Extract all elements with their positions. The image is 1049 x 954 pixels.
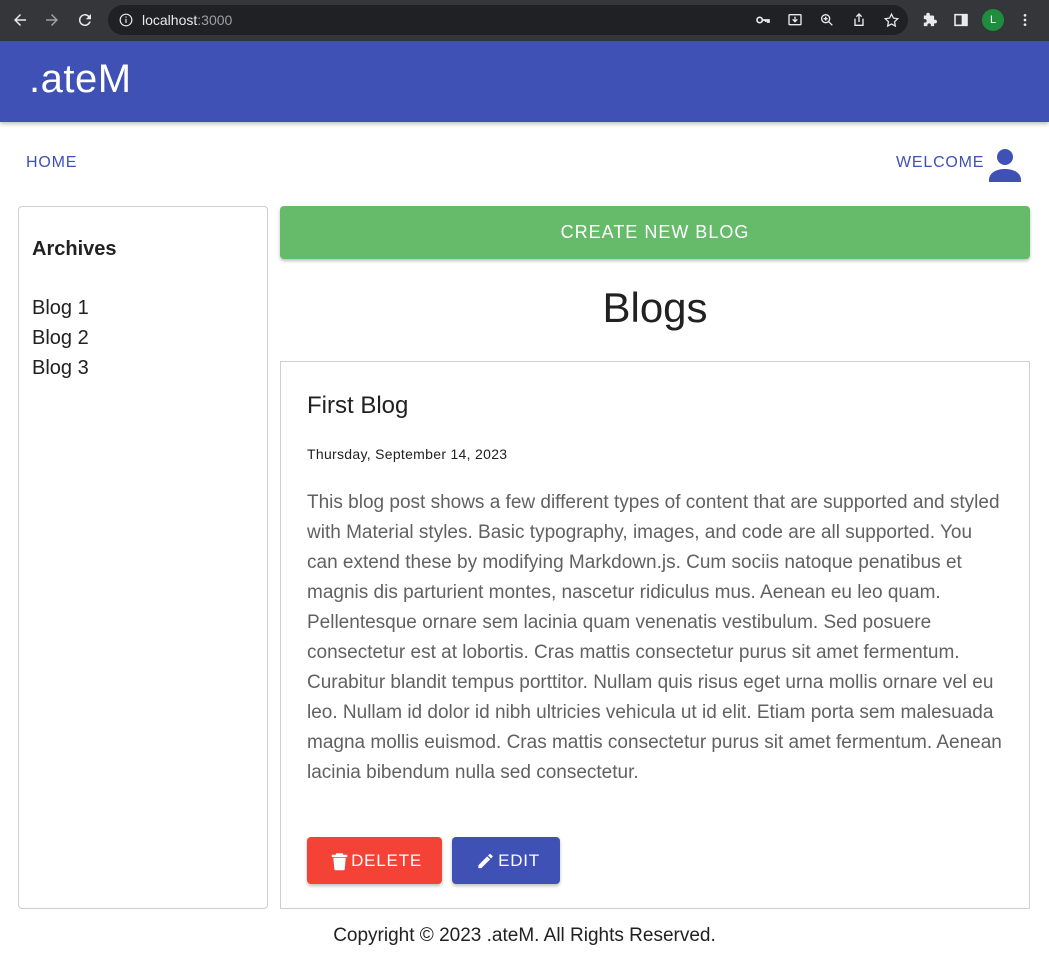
archive-item[interactable]: Blog 2 xyxy=(32,323,89,353)
archives-sidebar: Archives Blog 1 Blog 2 Blog 3 xyxy=(18,206,268,909)
create-new-blog-button[interactable]: CREATE NEW BLOG xyxy=(280,206,1030,259)
user-account-icon[interactable] xyxy=(986,147,1024,183)
profile-initial: L xyxy=(982,9,1004,31)
zoom-icon[interactable] xyxy=(816,9,838,31)
pencil-icon xyxy=(478,853,493,868)
post-actions: DELETE EDIT xyxy=(307,837,560,884)
install-app-icon[interactable] xyxy=(784,9,806,31)
address-bar[interactable]: localhost:3000 xyxy=(108,5,908,35)
site-info-icon[interactable] xyxy=(118,12,134,28)
home-link[interactable]: HOME xyxy=(26,154,77,172)
profile-avatar[interactable]: L xyxy=(982,9,1004,31)
archive-item[interactable]: Blog 3 xyxy=(32,353,89,383)
archive-list: Blog 1 Blog 2 Blog 3 xyxy=(32,293,89,383)
archives-title: Archives xyxy=(32,238,117,260)
edit-label: EDIT xyxy=(498,850,540,870)
back-arrow-icon[interactable] xyxy=(8,8,32,32)
archive-item[interactable]: Blog 1 xyxy=(32,293,89,323)
forward-arrow-icon[interactable] xyxy=(40,8,64,32)
browser-menu-icon[interactable] xyxy=(1014,9,1036,31)
post-body: This blog post shows a few different typ… xyxy=(307,492,1002,783)
url-host: localhost xyxy=(142,12,198,28)
trash-icon xyxy=(331,852,348,870)
blog-post-card: First Blog Thursday, September 14, 2023 … xyxy=(280,361,1030,909)
post-date: Thursday, September 14, 2023 xyxy=(307,446,508,462)
bookmark-star-icon[interactable] xyxy=(880,9,902,31)
browser-toolbar: localhost:3000 L xyxy=(0,0,1049,41)
url-port: :3000 xyxy=(197,12,233,28)
footer-copyright: Copyright © 2023 .ateM. All Rights Reser… xyxy=(333,925,716,946)
side-panel-icon[interactable] xyxy=(950,9,972,31)
post-title: First Blog xyxy=(307,392,409,419)
share-icon[interactable] xyxy=(848,9,870,31)
app-header: .ateM xyxy=(0,41,1049,122)
reload-icon[interactable] xyxy=(73,8,97,32)
extensions-puzzle-icon[interactable] xyxy=(918,9,940,31)
key-icon[interactable] xyxy=(752,9,774,31)
delete-label: DELETE xyxy=(351,850,422,870)
brand-logo[interactable]: .ateM xyxy=(29,57,132,102)
welcome-link[interactable]: WELCOME xyxy=(896,154,984,172)
delete-button[interactable]: DELETE xyxy=(307,837,442,884)
url-text: localhost:3000 xyxy=(142,12,232,28)
edit-button[interactable]: EDIT xyxy=(452,837,560,884)
page-title: Blogs xyxy=(602,284,708,331)
